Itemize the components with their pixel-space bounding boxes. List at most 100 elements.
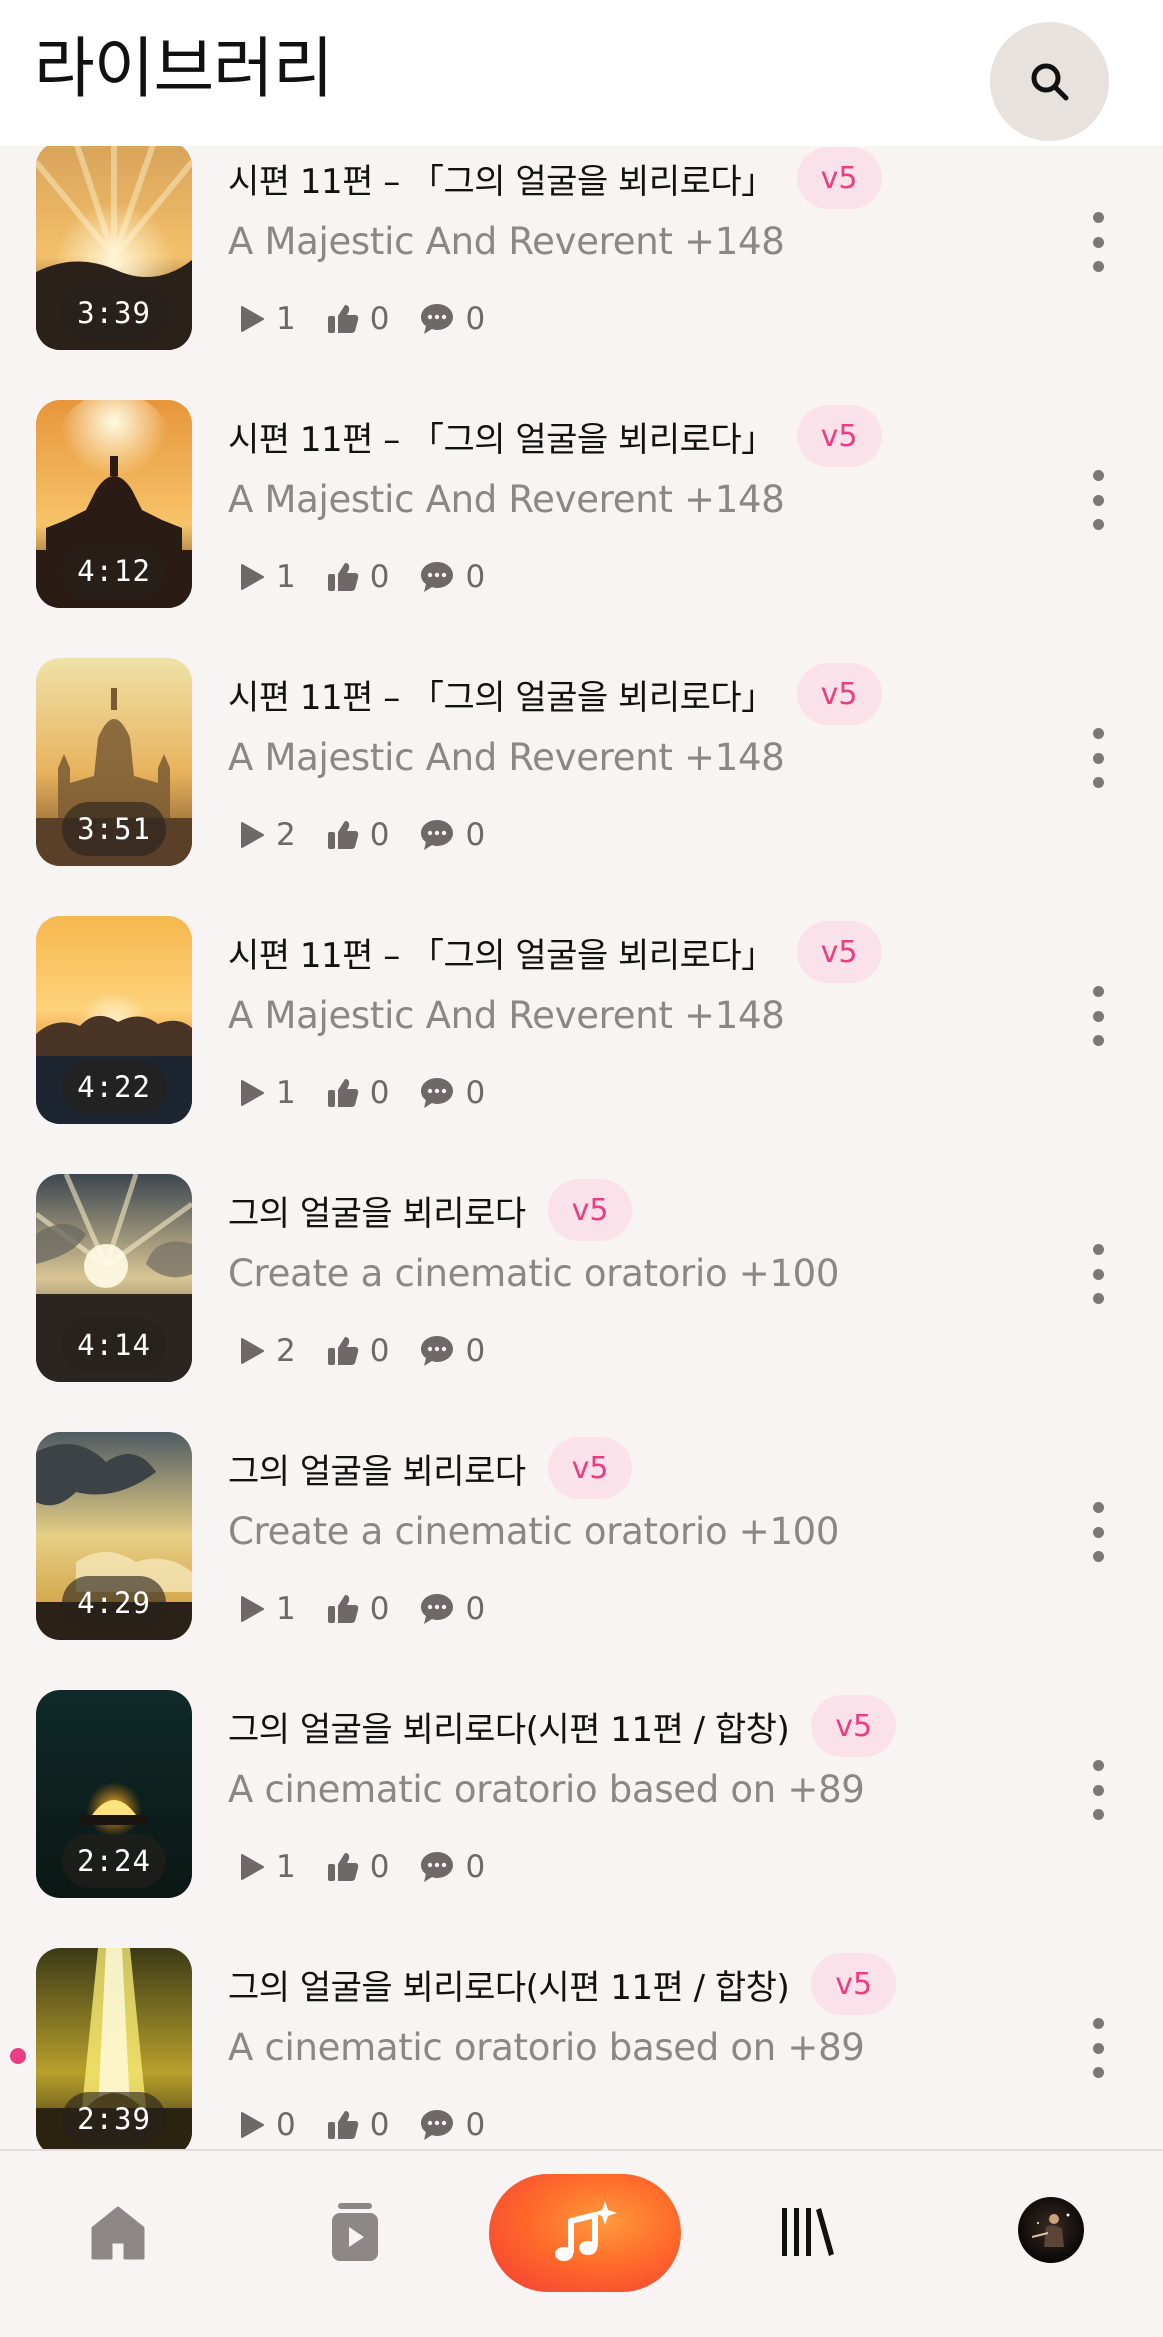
library-icon xyxy=(782,2208,834,2256)
track-row[interactable]: 4:29 그의 얼굴을 뵈리로다 v5 Create a cinematic o… xyxy=(0,1432,1163,1690)
track-row[interactable]: 3:51 시편 11편 – 「그의 얼굴을 뵈리로다」 v5 A Majesti… xyxy=(0,658,1163,916)
nav-feed[interactable] xyxy=(325,2197,385,2267)
track-title[interactable]: 그의 얼굴을 뵈리로다 xyxy=(228,1186,526,1235)
comment-count[interactable]: 0 xyxy=(419,1075,485,1111)
like-count[interactable]: 0 xyxy=(326,1849,389,1885)
track-title[interactable]: 그의 얼굴을 뵈리로다(시편 11편 / 합창) xyxy=(228,1960,790,2009)
track-style-tags[interactable]: A Majestic And Reverent +148 xyxy=(228,994,785,1037)
like-count[interactable]: 0 xyxy=(326,1075,389,1111)
comment-count-value: 0 xyxy=(465,559,486,595)
comment-count-value: 0 xyxy=(465,301,486,337)
profile-avatar[interactable] xyxy=(1018,2197,1084,2263)
more-options-icon[interactable] xyxy=(1084,2018,1112,2078)
play-count-icon xyxy=(241,1338,264,1364)
more-options-icon[interactable] xyxy=(1084,986,1112,1046)
track-thumbnail[interactable]: 4:22 xyxy=(36,916,192,1124)
nav-library[interactable] xyxy=(778,2201,836,2261)
comment-count[interactable]: 0 xyxy=(419,1333,485,1369)
version-badge: v5 xyxy=(796,921,882,983)
track-row[interactable]: 4:14 그의 얼굴을 뵈리로다 v5 Create a cinematic o… xyxy=(0,1174,1163,1432)
version-badge: v5 xyxy=(796,405,882,467)
like-count[interactable]: 0 xyxy=(326,1591,390,1627)
comment-icon xyxy=(421,304,454,334)
track-title-line: 그의 얼굴을 뵈리로다 v5 xyxy=(228,1437,633,1499)
avatar-image xyxy=(1031,2213,1070,2247)
thumbs-up-icon xyxy=(327,1079,358,1107)
play-count-value: 2 xyxy=(276,1333,296,1369)
like-count[interactable]: 0 xyxy=(326,559,389,595)
create-button[interactable] xyxy=(489,2174,681,2292)
play-count-icon xyxy=(241,1596,264,1622)
like-count[interactable]: 0 xyxy=(326,2107,389,2143)
track-row[interactable]: 2:39 그의 얼굴을 뵈리로다(시편 11편 / 합창) v5 A cinem… xyxy=(0,1948,1163,2149)
track-title[interactable]: 시편 11편 – 「그의 얼굴을 뵈리로다」 xyxy=(228,412,775,461)
more-options-icon[interactable] xyxy=(1084,1244,1112,1304)
comment-count-value: 0 xyxy=(465,1333,486,1369)
like-count[interactable]: 0 xyxy=(326,1333,389,1369)
comment-icon xyxy=(421,1078,454,1108)
track-style-tags[interactable]: Create a cinematic oratorio +100 xyxy=(228,1252,839,1295)
track-stats: 1 0 0 xyxy=(236,1845,515,1889)
play-count: 1 xyxy=(236,559,296,595)
play-count-icon xyxy=(241,2112,264,2138)
nav-home[interactable] xyxy=(86,2201,150,2265)
comment-icon xyxy=(421,2110,454,2140)
track-thumbnail[interactable]: 3:51 xyxy=(36,658,192,866)
comment-count-value: 0 xyxy=(465,1591,486,1627)
track-row[interactable]: 4:22 시편 11편 – 「그의 얼굴을 뵈리로다」 v5 A Majesti… xyxy=(0,916,1163,1174)
play-count-icon xyxy=(241,1854,264,1880)
comment-count[interactable]: 0 xyxy=(419,2107,485,2143)
search-button[interactable] xyxy=(990,22,1109,141)
track-style-tags[interactable]: Create a cinematic oratorio +100 xyxy=(228,1510,839,1553)
track-thumbnail[interactable]: 3:39 xyxy=(36,146,192,350)
track-title[interactable]: 시편 11편 – 「그의 얼굴을 뵈리로다」 xyxy=(228,670,775,719)
track-style-tags[interactable]: A Majestic And Reverent +148 xyxy=(228,736,785,779)
like-count-value: 0 xyxy=(369,301,390,337)
more-options-icon[interactable] xyxy=(1084,212,1112,272)
track-stats: 0 0 0 xyxy=(236,2103,515,2147)
thumbs-up-icon xyxy=(327,1853,358,1881)
comment-icon xyxy=(421,562,454,592)
comment-count[interactable]: 0 xyxy=(419,1591,485,1627)
track-title-line: 시편 11편 – 「그의 얼굴을 뵈리로다」 v5 xyxy=(228,147,882,209)
more-options-icon[interactable] xyxy=(1084,470,1112,530)
version-badge: v5 xyxy=(547,1179,633,1241)
track-thumbnail[interactable]: 4:14 xyxy=(36,1174,192,1382)
more-options-icon[interactable] xyxy=(1084,1502,1112,1562)
track-stats: 2 0 0 xyxy=(236,813,515,857)
more-options-icon[interactable] xyxy=(1084,1760,1112,1820)
duration-badge: 4:14 xyxy=(62,1318,166,1372)
track-thumbnail[interactable]: 2:39 xyxy=(36,1948,192,2149)
play-count-value: 1 xyxy=(276,1849,296,1885)
track-thumbnail[interactable]: 4:29 xyxy=(36,1432,192,1640)
track-title-line: 시편 11편 – 「그의 얼굴을 뵈리로다」 v5 xyxy=(228,921,882,983)
play-count-value: 1 xyxy=(276,301,296,337)
track-style-tags[interactable]: A Majestic And Reverent +148 xyxy=(228,220,785,263)
track-title[interactable]: 시편 11편 – 「그의 얼굴을 뵈리로다」 xyxy=(228,928,775,977)
track-list[interactable]: 3:39 시편 11편 – 「그의 얼굴을 뵈리로다」 v5 A Majesti… xyxy=(0,146,1163,2149)
like-count[interactable]: 0 xyxy=(326,817,389,853)
track-style-tags[interactable]: A cinematic oratorio based on +89 xyxy=(228,2026,865,2069)
play-count-icon xyxy=(241,822,264,848)
comment-count[interactable]: 0 xyxy=(419,301,485,337)
track-style-tags[interactable]: A cinematic oratorio based on +89 xyxy=(228,1768,865,1811)
track-row[interactable]: 3:39 시편 11편 – 「그의 얼굴을 뵈리로다」 v5 A Majesti… xyxy=(0,146,1163,400)
like-count-value: 0 xyxy=(369,1591,390,1627)
comment-count[interactable]: 0 xyxy=(419,817,485,853)
comment-count-value: 0 xyxy=(465,2107,486,2143)
like-count[interactable]: 0 xyxy=(326,301,390,337)
duration-badge: 2:24 xyxy=(62,1834,166,1888)
track-thumbnail[interactable]: 2:24 xyxy=(36,1690,192,1898)
track-title[interactable]: 시편 11편 – 「그의 얼굴을 뵈리로다」 xyxy=(228,154,775,203)
comment-icon xyxy=(421,1852,454,1882)
more-options-icon[interactable] xyxy=(1084,728,1112,788)
comment-count[interactable]: 0 xyxy=(419,1849,485,1885)
track-title[interactable]: 그의 얼굴을 뵈리로다(시편 11편 / 합창) xyxy=(228,1702,790,1751)
track-thumbnail[interactable]: 4:12 xyxy=(36,400,192,608)
comment-count[interactable]: 0 xyxy=(419,559,485,595)
track-title[interactable]: 그의 얼굴을 뵈리로다 xyxy=(228,1444,526,1493)
track-row[interactable]: 2:24 그의 얼굴을 뵈리로다(시편 11편 / 합창) v5 A cinem… xyxy=(0,1690,1163,1948)
version-badge: v5 xyxy=(796,663,882,725)
track-row[interactable]: 4:12 시편 11편 – 「그의 얼굴을 뵈리로다」 v5 A Majesti… xyxy=(0,400,1163,658)
track-style-tags[interactable]: A Majestic And Reverent +148 xyxy=(228,478,785,521)
